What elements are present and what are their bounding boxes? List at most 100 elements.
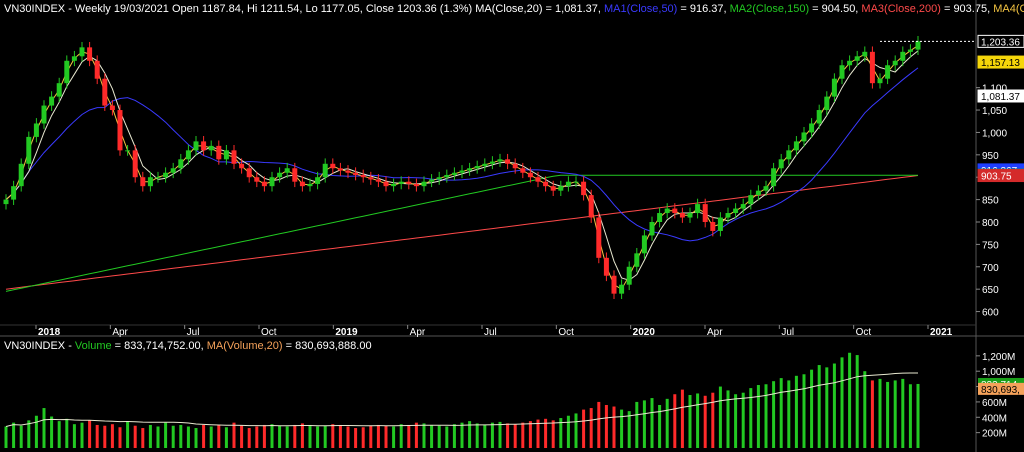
volume-bar	[270, 424, 274, 448]
candle-body	[573, 181, 579, 183]
volume-bar	[72, 424, 76, 448]
price-label: 1,081.37	[981, 92, 1020, 103]
volume-bar	[901, 378, 905, 448]
candle-body	[71, 56, 77, 61]
volume-tick-label: 1,000M	[982, 367, 1015, 378]
volume-bar	[893, 380, 897, 448]
price-label: 1,157.13	[981, 58, 1020, 69]
volume-bar	[407, 424, 411, 448]
candle-body	[558, 186, 564, 191]
candle-body	[117, 110, 123, 151]
candle-body	[847, 60, 853, 66]
volume-bar	[825, 367, 829, 448]
volume-bar	[103, 425, 107, 448]
candle-body	[778, 159, 784, 169]
candle-body	[816, 110, 822, 124]
candle-body	[307, 183, 313, 187]
candle-body	[596, 217, 602, 258]
volume-bar	[566, 415, 570, 448]
candle-body	[885, 65, 891, 79]
volume-bar	[110, 424, 114, 448]
volume-bar	[278, 425, 282, 448]
volume-bar	[870, 380, 874, 448]
volume-bar	[247, 428, 251, 448]
volume-bar	[285, 426, 289, 448]
volume-bar	[604, 404, 608, 448]
candle-body	[839, 65, 845, 79]
candle-body	[132, 150, 138, 178]
candle-body	[489, 161, 495, 164]
volume-bar	[506, 423, 510, 448]
volume-bar	[916, 383, 920, 448]
candle-body	[451, 172, 457, 175]
volume-bar	[810, 369, 814, 448]
volume-bar	[513, 424, 517, 448]
time-tick-label: 2021	[930, 327, 953, 338]
candle-body	[900, 51, 906, 61]
volume-bar	[34, 415, 38, 448]
volume-bar	[642, 400, 646, 448]
volume-bar	[817, 365, 821, 448]
volume-bar	[209, 426, 213, 448]
chart-canvas[interactable]: 6006507007508008509009501,0001,0501,1002…	[0, 0, 1024, 452]
volume-label: 830,693,	[981, 385, 1020, 396]
volume-bar	[12, 422, 16, 448]
volume-bar	[612, 406, 616, 448]
volume-bar	[832, 363, 836, 448]
volume-bar	[521, 422, 525, 448]
volume-bar	[908, 384, 912, 448]
candle-body	[626, 266, 632, 285]
volume-bar	[118, 427, 122, 448]
volume-bar	[399, 424, 403, 448]
volume-bar	[445, 426, 449, 448]
volume-bar	[475, 423, 479, 448]
volume-bar	[164, 422, 168, 448]
price-label: 903.75	[981, 172, 1012, 183]
candle-body	[239, 163, 245, 169]
candle-body	[345, 170, 351, 173]
volume-bar	[148, 424, 152, 448]
candle-body	[702, 204, 708, 222]
volume-bar	[376, 424, 380, 448]
price-label: 1,203.36	[981, 37, 1020, 48]
candle-body	[755, 190, 761, 196]
volume-bar	[726, 390, 730, 448]
volume-bar	[232, 422, 236, 448]
candle-body	[49, 96, 55, 106]
volume-tick-label: 400M	[982, 413, 1007, 424]
candle-body	[421, 181, 427, 187]
volume-bar	[293, 424, 297, 448]
volume-bar	[863, 371, 867, 448]
candle-body	[406, 181, 412, 184]
volume-bar	[490, 422, 494, 448]
volume-bar	[878, 378, 882, 448]
candle-body	[208, 145, 214, 151]
candle-body	[163, 172, 169, 178]
volume-bar	[262, 424, 266, 448]
candle-body	[543, 181, 549, 187]
candle-body	[664, 208, 670, 214]
candle-body	[56, 83, 62, 97]
volume-bar	[422, 423, 426, 448]
price-tick-label: 650	[982, 285, 999, 296]
volume-bar	[194, 428, 198, 448]
candle-body	[565, 181, 571, 187]
price-tick-label: 800	[982, 218, 999, 229]
volume-bar	[19, 425, 23, 448]
candle-body	[216, 145, 222, 160]
volume-bar	[392, 426, 396, 448]
candle-body	[520, 168, 526, 173]
candle-body	[740, 204, 746, 209]
time-tick-label: Jul	[484, 327, 497, 338]
candle-body	[170, 168, 176, 173]
time-tick-label: Apr	[112, 327, 128, 338]
candle-body	[231, 150, 237, 164]
volume-bar	[65, 418, 69, 448]
price-tick-label: 1,050	[982, 106, 1007, 117]
volume-bar	[338, 424, 342, 448]
volume-tick-label: 200M	[982, 429, 1007, 440]
volume-bar	[186, 426, 190, 448]
candle-body	[733, 208, 739, 214]
candle-body	[641, 235, 647, 254]
candle-body	[763, 186, 769, 191]
